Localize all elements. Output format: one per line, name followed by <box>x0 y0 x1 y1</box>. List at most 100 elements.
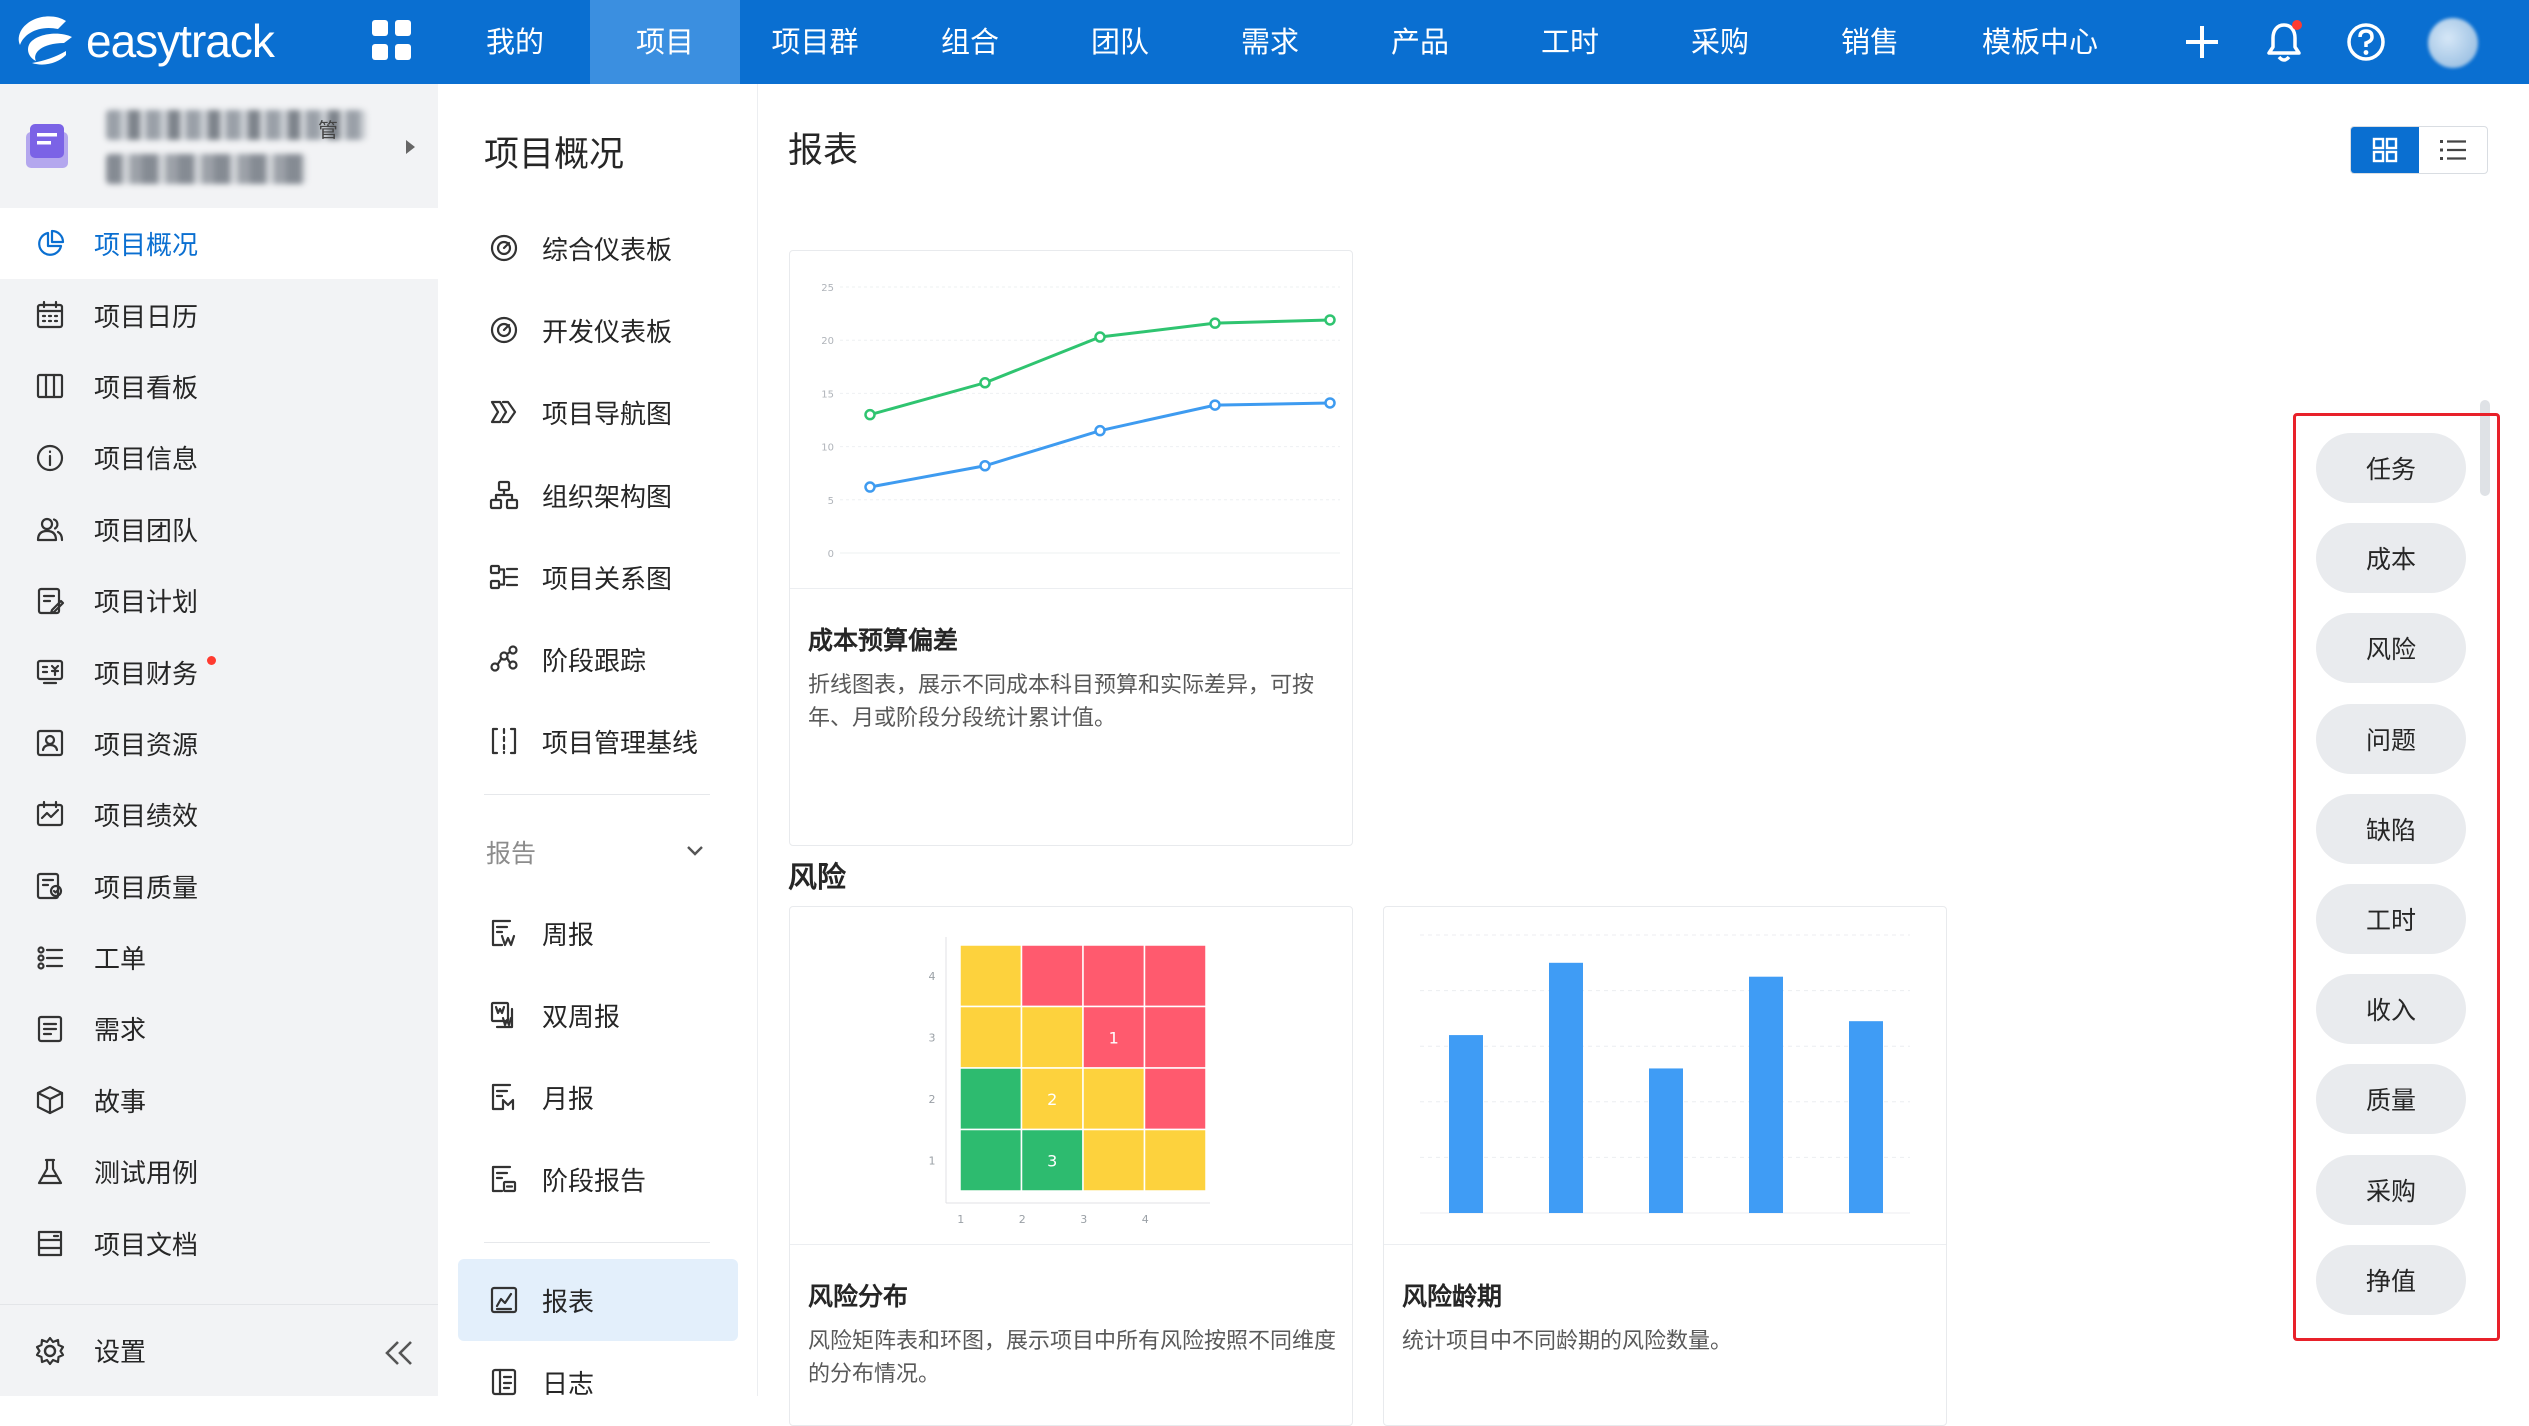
sidebar-item-8[interactable]: 项目绩效 <box>0 779 438 850</box>
y-tick-label: 10 <box>821 443 834 454</box>
nav-item-0[interactable]: 我的 <box>440 0 590 84</box>
category-button-8[interactable]: 采购 <box>2316 1154 2466 1225</box>
sidebar-item-1[interactable]: 项目日历 <box>0 279 438 350</box>
chevron-down-icon[interactable] <box>686 842 704 860</box>
sidebar-item-label: 项目资源 <box>94 730 199 761</box>
nav-item-7[interactable]: 工时 <box>1495 0 1645 84</box>
subnav-item-2[interactable]: 项目导航图 <box>438 371 758 453</box>
nav-item-8[interactable]: 采购 <box>1645 0 1795 84</box>
sidebar-item-9[interactable]: 项目质量 <box>0 851 438 922</box>
settings-label: 设置 <box>94 1338 147 1368</box>
category-button-4[interactable]: 缺陷 <box>2316 793 2466 864</box>
subnav-item-5[interactable]: 阶段跟踪 <box>438 618 758 700</box>
category-button-9[interactable]: 挣值 <box>2316 1244 2466 1315</box>
sidebar-item-2[interactable]: 项目看板 <box>0 351 438 422</box>
add-icon[interactable] <box>2176 16 2228 68</box>
sidebar-item-label: 项目绩效 <box>94 802 199 833</box>
subnav-item-label: 日志 <box>542 1369 595 1400</box>
apps-grid-icon[interactable] <box>372 20 412 60</box>
category-button-2[interactable]: 风险 <box>2316 613 2466 684</box>
subnav-item-4[interactable]: 项目关系图 <box>438 536 758 618</box>
cube-icon <box>36 1086 64 1115</box>
subnav-item-3[interactable]: 组织架构图 <box>438 454 758 536</box>
sidebar-item-3[interactable]: 项目信息 <box>0 422 438 493</box>
finance-icon <box>36 659 64 685</box>
sidebar-item-4[interactable]: 项目团队 <box>0 494 438 565</box>
sidebar-item-label: 项目概况 <box>94 231 199 262</box>
x-tick-label: 4 <box>1142 1213 1149 1226</box>
subnav-report-item-0[interactable]: 周报 <box>438 892 758 974</box>
risk-aging-bar-chart <box>1420 934 1910 1214</box>
category-button-6[interactable]: 收入 <box>2316 974 2466 1045</box>
sidebar-item-6[interactable]: 项目财务 <box>0 636 438 707</box>
subnav-report-item-3[interactable]: 阶段报告 <box>438 1138 758 1220</box>
sidebar-item-5[interactable]: 项目计划 <box>0 565 438 636</box>
sidebar-item-14[interactable]: 项目文档 <box>0 1207 438 1278</box>
x-tick-label: 1 <box>957 1213 964 1226</box>
nav-item-9[interactable]: 销售 <box>1795 0 1945 84</box>
report-card-risk-distribution[interactable]: 1 2 3 1 2 3 4 1 2 3 4 风险分布 风险矩阵表和环图，展示项目中所有风险按照不同维… <box>789 906 1353 1426</box>
subnav-bottom-item-0[interactable]: 报表 <box>458 1259 738 1341</box>
nav-item-5[interactable]: 需求 <box>1195 0 1345 84</box>
sidebar-item-13[interactable]: 测试用例 <box>0 1136 438 1207</box>
matrix-cell <box>1082 944 1146 1008</box>
sidebar-item-7[interactable]: 项目资源 <box>0 708 438 779</box>
category-button-0[interactable]: 任务 <box>2316 433 2466 503</box>
subnav-item-label: 月报 <box>542 1084 595 1115</box>
org-chart-icon <box>489 480 519 510</box>
caret-right-icon[interactable] <box>406 140 415 154</box>
notification-bell-icon[interactable] <box>2258 16 2310 68</box>
subnav-item-0[interactable]: 综合仪表板 <box>438 207 758 289</box>
nav-item-4[interactable]: 团队 <box>1045 0 1195 84</box>
subnav-item-label: 项目管理基线 <box>542 728 699 759</box>
pie-chart-icon <box>38 229 65 256</box>
sidebar-item-10[interactable]: 工单 <box>0 922 438 993</box>
sidebar-item-12[interactable]: 故事 <box>0 1065 438 1136</box>
data-point <box>1094 424 1106 437</box>
card-thumbnail: 1 2 3 1 2 3 4 1 2 3 4 <box>790 907 1352 1245</box>
project-switcher[interactable]: 管 <box>0 84 438 208</box>
sidebar-item-11[interactable]: 需求 <box>0 993 438 1064</box>
y-tick-label: 0 <box>828 549 834 560</box>
subnav-item-6[interactable]: 项目管理基线 <box>438 700 758 782</box>
user-avatar[interactable] <box>2428 18 2478 68</box>
resource-icon <box>36 730 64 757</box>
nav-item-6[interactable]: 产品 <box>1345 0 1495 84</box>
report-card-cost-variance[interactable]: 0 5 10 15 20 25 成本预算偏差 折线图表，展示不同成本科目预算和实际差异，可… <box>789 250 1353 846</box>
help-icon[interactable] <box>2340 16 2392 68</box>
divider <box>484 794 710 795</box>
sidebar-item-0[interactable]: 项目概况 <box>0 208 438 280</box>
nav-item-1[interactable]: 项目 <box>590 0 740 84</box>
grid-view-button[interactable] <box>2351 127 2419 173</box>
category-button-1[interactable]: 成本 <box>2316 523 2466 594</box>
document-icon <box>37 1231 63 1257</box>
x-tick-label: 2 <box>1019 1213 1026 1226</box>
subnav-report-item-2[interactable]: 月报 <box>438 1056 758 1138</box>
monthly-report-icon <box>491 1083 515 1111</box>
card-thumbnail: 0 5 10 15 20 25 <box>790 251 1352 589</box>
nav-item-10[interactable]: 模板中心 <box>1950 0 2130 84</box>
sidebar-item-label: 项目财务 <box>94 659 199 690</box>
biweekly-report-icon <box>490 1001 514 1029</box>
notification-dot <box>2292 20 2302 30</box>
subnav-item-1[interactable]: 开发仪表板 <box>438 289 758 371</box>
collapse-sidebar-icon[interactable] <box>384 1335 414 1375</box>
category-button-7[interactable]: 质量 <box>2316 1064 2466 1135</box>
settings-item[interactable]: 设置 <box>0 1304 438 1396</box>
nav-item-3[interactable]: 组合 <box>895 0 1045 84</box>
report-section-label[interactable]: 报告 <box>486 834 536 870</box>
y-tick-label: 5 <box>828 496 834 507</box>
subnav-bottom-item-1[interactable]: 日志 <box>438 1341 758 1423</box>
subnav-report-item-1[interactable]: 双周报 <box>438 974 758 1056</box>
weekly-report-icon <box>491 919 516 947</box>
report-card-risk-aging[interactable]: 风险龄期 统计项目中不同龄期的风险数量。 <box>1383 906 1947 1426</box>
list-view-button[interactable] <box>2419 127 2487 173</box>
gear-icon <box>35 1336 65 1365</box>
card-description: 统计项目中不同龄期的风险数量。 <box>1402 1329 1733 1354</box>
x-tick-label: 3 <box>1080 1213 1087 1226</box>
logo[interactable]: easytrack <box>14 8 275 74</box>
nav-item-2[interactable]: 项目群 <box>740 0 890 84</box>
category-button-3[interactable]: 问题 <box>2316 703 2466 774</box>
category-button-5[interactable]: 工时 <box>2316 884 2466 954</box>
y-tick-label: 4 <box>929 970 936 983</box>
